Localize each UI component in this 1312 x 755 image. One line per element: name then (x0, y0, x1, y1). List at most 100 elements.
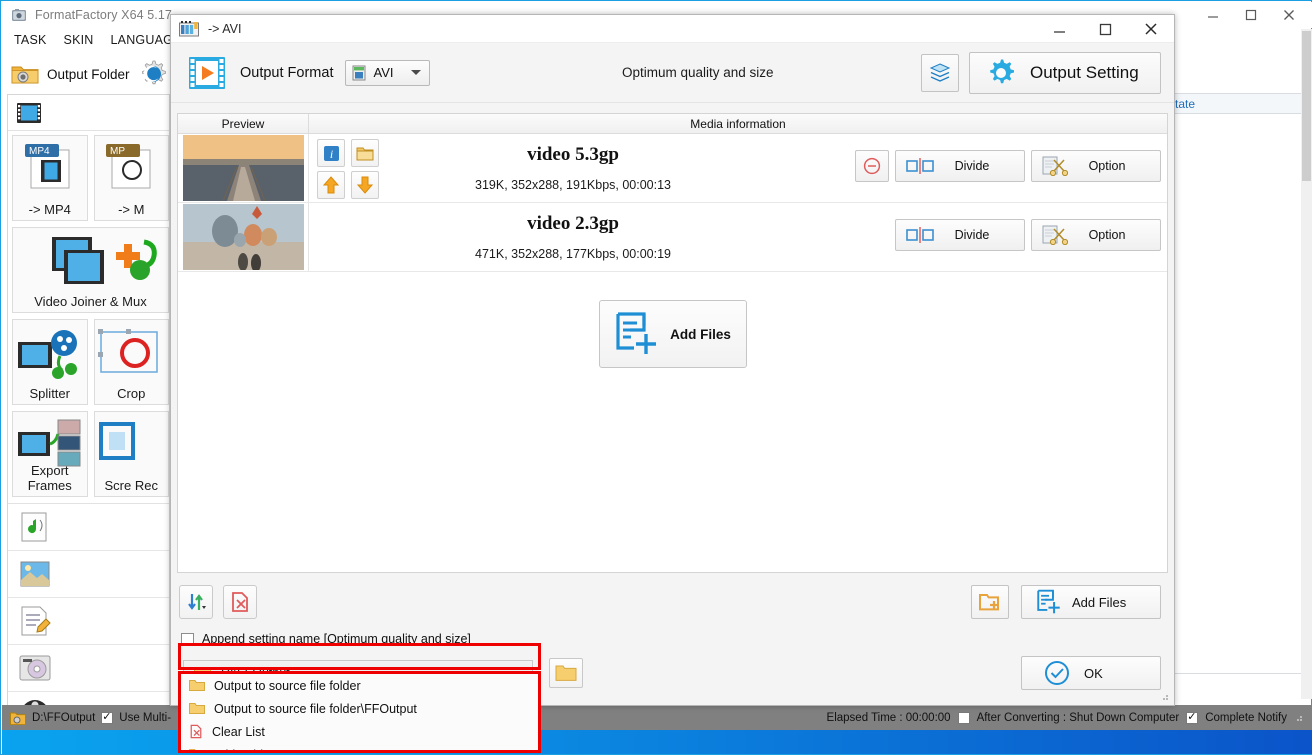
ok-button[interactable]: OK (1021, 656, 1161, 690)
output-dialog: -> AVI Output Format AVI Optimum quality… (170, 14, 1175, 706)
append-setting-row[interactable]: Append setting name [Optimum quality and… (181, 632, 471, 646)
screen-recorder-icon (95, 418, 169, 470)
menu-item-task[interactable]: TASK (14, 33, 47, 47)
bottom-toolbar (179, 585, 257, 619)
tile-export-frames[interactable]: Export Frames (12, 411, 88, 497)
tile-video-joiner-mux[interactable]: Video Joiner & Mux (12, 227, 169, 313)
status-right-group: Elapsed Time : 00:00:00 After Converting… (826, 710, 1304, 724)
divide-button[interactable]: Divide (895, 150, 1025, 182)
resize-grip-icon[interactable] (1294, 713, 1304, 723)
output-folder-icon[interactable] (11, 62, 39, 86)
dialog-window-controls (1036, 15, 1174, 43)
table-row[interactable]: video 2.3gp 471K, 352x288, 177Kbps, 00:0… (178, 203, 1167, 272)
add-files-icon (614, 311, 660, 357)
tile-label: Scre Rec (104, 478, 158, 493)
folder-icon (189, 679, 205, 692)
output-folder-label[interactable]: Output Folder (47, 67, 130, 82)
option-button[interactable]: Option (1031, 150, 1161, 182)
menu-item-add-folder[interactable]: Add Folder ... (181, 743, 538, 750)
divide-button[interactable]: Divide (895, 219, 1025, 251)
task-tile-grid: MP4 -> MP4 MP -> M Video Joiner & Mux Sp… (8, 131, 169, 497)
tile-label: Video Joiner & Mux (34, 294, 147, 309)
folder-icon (555, 664, 577, 682)
tile-crop[interactable]: Crop (93, 319, 169, 405)
remove-file-button[interactable] (855, 150, 889, 182)
close-icon[interactable] (1270, 2, 1308, 28)
app-icon (11, 7, 27, 23)
list-item[interactable] (8, 598, 169, 645)
dialog-close-icon[interactable] (1128, 15, 1174, 43)
maximize-icon[interactable] (1232, 2, 1270, 28)
add-files-icon (1036, 589, 1062, 615)
list-item[interactable] (8, 551, 169, 598)
status-output-path-group[interactable]: D:\FFOutput Use Multi- (2, 710, 172, 725)
tile-label: -> M (118, 202, 145, 217)
svg-text:MP: MP (110, 146, 125, 157)
thumbnail-road-pier-sunset (182, 135, 304, 201)
clear-list-button[interactable] (223, 585, 257, 619)
tile-to-mp4-alt[interactable]: MP -> M (93, 135, 169, 221)
after-converting-checkbox[interactable] (957, 711, 970, 724)
add-files-center-button[interactable]: Add Files (598, 300, 747, 368)
tile-label: Splitter (29, 386, 70, 401)
mp4-convert-icon: MP (95, 142, 169, 194)
add-folder-icon (189, 748, 204, 750)
ok-label: OK (1084, 665, 1103, 681)
menu-item-label: Output to source file folder\FFOutput (214, 701, 417, 716)
after-converting-label: After Converting : Shut Down Computer (976, 711, 1180, 724)
layers-button[interactable] (921, 53, 959, 92)
dialog-maximize-icon[interactable] (1082, 15, 1128, 43)
menu-item-output-to-source-file-folder[interactable]: Output to source file folder (181, 674, 538, 697)
add-files-button[interactable]: Add Files (1021, 585, 1161, 619)
gear-icon[interactable] (138, 59, 168, 89)
status-output-path: D:\FFOutput (32, 711, 96, 724)
scroll-thumb[interactable] (1302, 31, 1311, 181)
main-vertical-scrollbar[interactable] (1301, 29, 1312, 699)
browse-folder-button[interactable] (549, 658, 583, 688)
preset-name: Optimum quality and size (622, 65, 774, 80)
elapsed-time-label: Elapsed Time : 00:00:00 (826, 711, 951, 724)
export-frames-icon (13, 418, 87, 470)
add-files-label: Add Files (1072, 594, 1127, 610)
use-multi-checkbox[interactable] (101, 710, 114, 724)
output-path-dropdown-menu: Output to source file folder Output to s… (178, 671, 541, 753)
tile-screen-recorder[interactable]: Scre Rec (93, 411, 169, 497)
new-folder-icon (979, 592, 1001, 612)
output-setting-button[interactable]: Output Setting (969, 51, 1161, 94)
audio-icon (18, 511, 52, 543)
menu-item-clear-list[interactable]: Clear List (181, 720, 538, 743)
sort-button[interactable] (179, 585, 213, 619)
menu-item-skin[interactable]: SKIN (64, 33, 94, 47)
mp4-convert-icon: MP4 (13, 142, 87, 194)
output-format-select[interactable]: AVI (345, 59, 431, 86)
new-folder-button[interactable] (971, 585, 1009, 619)
menu-item-output-to-source-file-folder-ffoutput[interactable]: Output to source file folder\FFOutput (181, 697, 538, 720)
dialog-resize-grip[interactable] (1160, 692, 1170, 702)
table-row[interactable]: i video 5.3gp 319K, 352x288, 191Kbps, 00… (178, 134, 1167, 203)
use-multi-label: Use Multi- (119, 711, 172, 724)
dialog-toolbar: Output Format AVI Optimum quality and si… (171, 43, 1174, 103)
check-circle-icon (1044, 660, 1070, 686)
option-label: Option (1088, 228, 1126, 242)
media-type-list (8, 503, 169, 720)
list-item[interactable] (8, 645, 169, 692)
tile-row: Splitter Crop (12, 319, 169, 405)
main-window-title: FormatFactory X64 5.17 (35, 8, 172, 22)
dialog-minimize-icon[interactable] (1036, 15, 1082, 43)
menu-item-label: Output to source file folder (214, 678, 361, 693)
complete-notify-checkbox[interactable] (1186, 710, 1199, 724)
column-preview: Preview (178, 114, 309, 133)
option-button[interactable]: Option (1031, 219, 1161, 251)
rom-icon (18, 652, 52, 684)
dialog-title-bar: -> AVI (171, 15, 1174, 43)
output-format-value: AVI (373, 65, 394, 80)
layers-icon (929, 62, 951, 83)
divide-label: Divide (954, 159, 990, 173)
menu-item-label: Clear List (212, 724, 265, 739)
tile-to-mp4[interactable]: MP4 -> MP4 (12, 135, 88, 221)
tile-splitter[interactable]: Splitter (12, 319, 88, 405)
list-item[interactable] (8, 504, 169, 551)
minimize-icon[interactable] (1194, 2, 1232, 28)
task-sidebar: MP4 -> MP4 MP -> M Video Joiner & Mux Sp… (7, 94, 170, 721)
append-setting-checkbox[interactable] (181, 632, 194, 646)
